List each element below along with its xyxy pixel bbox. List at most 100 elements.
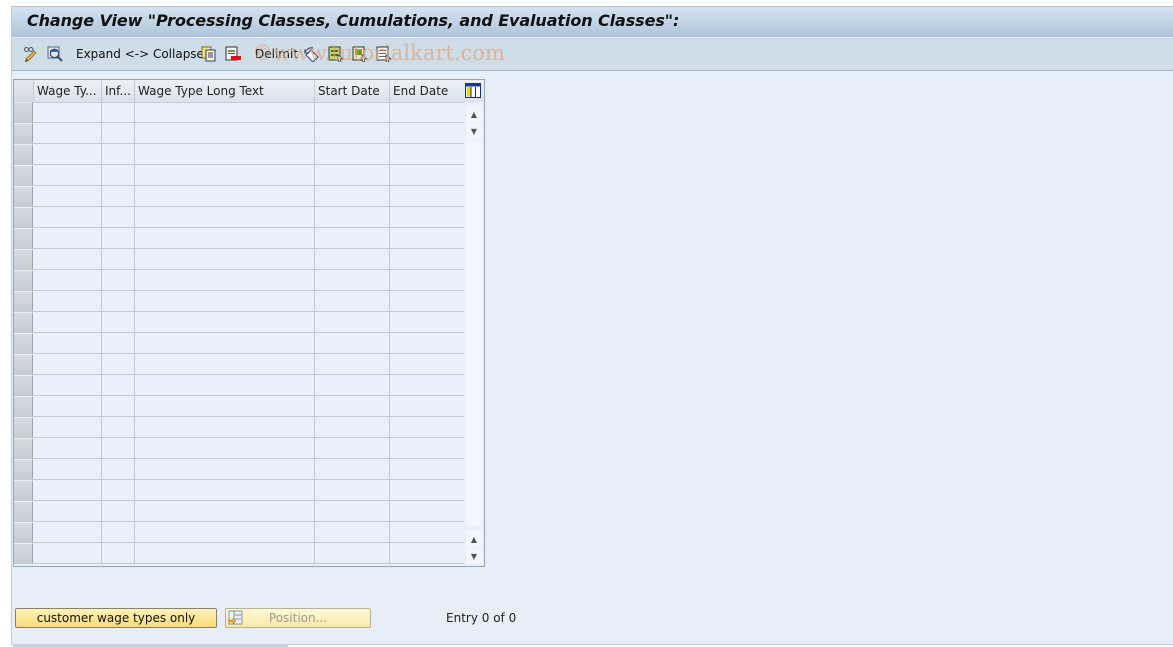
row-selector[interactable] <box>14 333 33 353</box>
row-selector[interactable] <box>14 123 33 143</box>
cell-end-date[interactable] <box>390 144 465 164</box>
expand-collapse-button[interactable]: Expand <-> Collapse <box>76 46 204 62</box>
table-settings-icon[interactable] <box>465 83 481 98</box>
cell-start-date[interactable] <box>315 312 390 332</box>
cell-long-text[interactable] <box>135 501 315 521</box>
cell-long-text[interactable] <box>135 543 315 563</box>
copy-as-button[interactable] <box>201 46 217 62</box>
cell-end-date[interactable] <box>390 417 465 437</box>
cell-start-date[interactable] <box>315 249 390 269</box>
cell-infotype[interactable] <box>102 375 135 395</box>
cell-end-date[interactable] <box>390 186 465 206</box>
row-selector[interactable] <box>14 375 33 395</box>
cell-infotype[interactable] <box>102 186 135 206</box>
row-selector[interactable] <box>14 501 33 521</box>
cell-start-date[interactable] <box>315 165 390 185</box>
cell-start-date[interactable] <box>315 207 390 227</box>
row-selector[interactable] <box>14 186 33 206</box>
cell-end-date[interactable] <box>390 375 465 395</box>
row-selector[interactable] <box>14 522 33 542</box>
cell-infotype[interactable] <box>102 291 135 311</box>
scroll-down-icon[interactable]: ▼ <box>466 548 482 564</box>
cell-long-text[interactable] <box>135 333 315 353</box>
row-selector[interactable] <box>14 249 33 269</box>
cell-wage-type[interactable] <box>34 165 102 185</box>
cell-infotype[interactable] <box>102 438 135 458</box>
cell-infotype[interactable] <box>102 501 135 521</box>
cell-infotype[interactable] <box>102 354 135 374</box>
cell-end-date[interactable] <box>390 207 465 227</box>
cell-infotype[interactable] <box>102 312 135 332</box>
cell-wage-type[interactable] <box>34 438 102 458</box>
cell-start-date[interactable] <box>315 354 390 374</box>
scroll-track[interactable] <box>466 140 482 526</box>
cell-start-date[interactable] <box>315 459 390 479</box>
cell-wage-type[interactable] <box>34 186 102 206</box>
cell-long-text[interactable] <box>135 123 315 143</box>
cell-wage-type[interactable] <box>34 459 102 479</box>
cell-long-text[interactable] <box>135 228 315 248</box>
cell-end-date[interactable] <box>390 480 465 500</box>
cell-end-date[interactable] <box>390 333 465 353</box>
delete-button[interactable] <box>225 46 241 62</box>
cell-start-date[interactable] <box>315 333 390 353</box>
cell-long-text[interactable] <box>135 375 315 395</box>
cell-start-date[interactable] <box>315 438 390 458</box>
cell-infotype[interactable] <box>102 480 135 500</box>
cell-long-text[interactable] <box>135 207 315 227</box>
row-selector[interactable] <box>14 459 33 479</box>
cell-start-date[interactable] <box>315 123 390 143</box>
cell-wage-type[interactable] <box>34 102 102 122</box>
cell-start-date[interactable] <box>315 480 390 500</box>
cell-wage-type[interactable] <box>34 501 102 521</box>
cell-end-date[interactable] <box>390 459 465 479</box>
cell-end-date[interactable] <box>390 249 465 269</box>
cell-infotype[interactable] <box>102 270 135 290</box>
cell-wage-type[interactable] <box>34 270 102 290</box>
row-selector[interactable] <box>14 417 33 437</box>
cell-end-date[interactable] <box>390 291 465 311</box>
cell-wage-type[interactable] <box>34 249 102 269</box>
column-header-start-date[interactable]: Start Date <box>315 80 390 102</box>
details-button[interactable] <box>47 46 63 62</box>
cell-end-date[interactable] <box>390 312 465 332</box>
row-selector[interactable] <box>14 102 33 122</box>
row-selector[interactable] <box>14 144 33 164</box>
cell-long-text[interactable] <box>135 186 315 206</box>
deselect-all-button[interactable] <box>376 46 392 63</box>
cell-start-date[interactable] <box>315 144 390 164</box>
cell-infotype[interactable] <box>102 102 135 122</box>
cell-long-text[interactable] <box>135 249 315 269</box>
cell-infotype[interactable] <box>102 543 135 563</box>
row-selector[interactable] <box>14 312 33 332</box>
cell-infotype[interactable] <box>102 417 135 437</box>
cell-wage-type[interactable] <box>34 417 102 437</box>
delimit-button[interactable]: Delimit <box>255 46 298 62</box>
cell-long-text[interactable] <box>135 165 315 185</box>
cell-infotype[interactable] <box>102 207 135 227</box>
row-selector[interactable] <box>14 480 33 500</box>
cell-start-date[interactable] <box>315 501 390 521</box>
display-change-button[interactable] <box>23 46 39 62</box>
cell-infotype[interactable] <box>102 123 135 143</box>
row-selector[interactable] <box>14 438 33 458</box>
cell-long-text[interactable] <box>135 291 315 311</box>
cell-wage-type[interactable] <box>34 291 102 311</box>
cell-long-text[interactable] <box>135 522 315 542</box>
row-selector[interactable] <box>14 543 33 563</box>
cell-wage-type[interactable] <box>34 522 102 542</box>
cell-long-text[interactable] <box>135 396 315 416</box>
cell-long-text[interactable] <box>135 144 315 164</box>
cell-wage-type[interactable] <box>34 375 102 395</box>
cell-start-date[interactable] <box>315 228 390 248</box>
cell-start-date[interactable] <box>315 102 390 122</box>
column-header-end-date[interactable]: End Date <box>390 80 465 102</box>
cell-start-date[interactable] <box>315 270 390 290</box>
cell-long-text[interactable] <box>135 312 315 332</box>
cell-end-date[interactable] <box>390 522 465 542</box>
cell-end-date[interactable] <box>390 396 465 416</box>
undo-change-button[interactable] <box>304 46 320 63</box>
column-header-long-text[interactable]: Wage Type Long Text <box>135 80 315 102</box>
row-selector[interactable] <box>14 291 33 311</box>
cell-start-date[interactable] <box>315 375 390 395</box>
